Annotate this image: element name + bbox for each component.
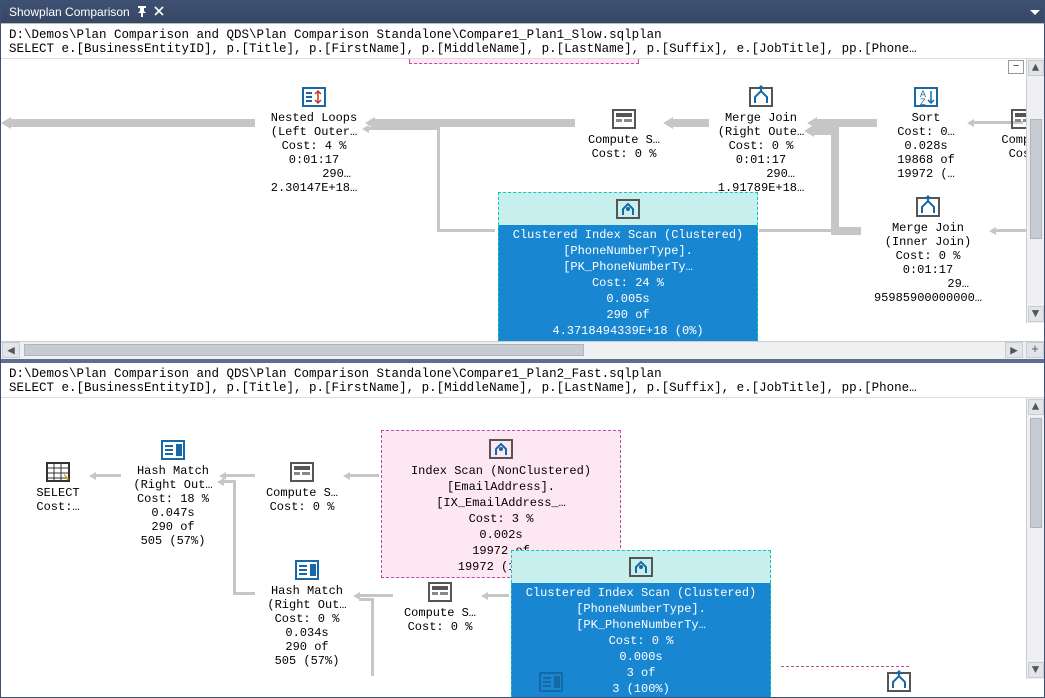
index-scan-icon: [627, 555, 655, 579]
node-compute-scalar-1[interactable]: Compute S… Cost: 0 %: [579, 107, 669, 161]
node-partial-icon-2[interactable]: [885, 670, 913, 686]
node-hash-match-1[interactable]: Hash Match (Right Out… Cost: 18 % 0.047s…: [123, 438, 223, 548]
window-title: Showplan Comparison: [9, 5, 130, 19]
connector: [369, 127, 439, 130]
node-merge-join-2[interactable]: Merge Join (Inner Join) Cost: 0 % 0:01:1…: [863, 195, 993, 305]
connector: [811, 127, 835, 135]
compute-scalar-icon: [288, 460, 316, 484]
connector: [349, 474, 379, 477]
scroll-left-icon[interactable]: ◀: [2, 342, 20, 358]
node-sort[interactable]: Sort Cost: 0… 0.028s 19868 of 19972 (…: [881, 85, 971, 181]
connector: [95, 474, 121, 477]
scroll-down-icon[interactable]: ▼: [1028, 306, 1044, 322]
top-plan-canvas[interactable]: Nested Loops (Left Outer… Cost: 4 % 0:01…: [1, 59, 1044, 341]
arrow-icon: [362, 125, 369, 133]
bottom-vertical-scrollbar[interactable]: ▲ ▼: [1026, 398, 1044, 680]
top-vertical-scrollbar[interactable]: ▲ ▼: [1026, 59, 1044, 323]
connector: [359, 594, 393, 597]
node-select[interactable]: SELECT Cost:…: [23, 460, 93, 514]
scroll-up-icon[interactable]: ▲: [1028, 60, 1044, 76]
arrow-icon: [481, 592, 488, 600]
connector: [223, 480, 235, 483]
node-nested-loops[interactable]: Nested Loops (Left Outer… Cost: 4 % 0:01…: [259, 85, 369, 195]
merge-join-icon: [914, 195, 942, 219]
node-partial-icon[interactable]: [537, 670, 565, 686]
connector: [9, 119, 255, 127]
expand-scroll-button[interactable]: +: [1026, 342, 1044, 358]
bottom-plan-header: D:\Demos\Plan Comparison and QDS\Plan Co…: [1, 363, 1044, 397]
bottom-plan-path: D:\Demos\Plan Comparison and QDS\Plan Co…: [9, 367, 1036, 381]
title-bar[interactable]: Showplan Comparison: [1, 1, 1044, 23]
scroll-thumb[interactable]: [1030, 119, 1042, 239]
node-compute-scalar-b2[interactable]: Compute S… Cost: 0 %: [395, 580, 485, 634]
connector: [373, 119, 575, 127]
scroll-right-icon[interactable]: ▶: [1005, 342, 1023, 358]
connector: [359, 598, 373, 601]
select-icon: [44, 460, 72, 484]
node-box-partial-top: [409, 58, 639, 64]
compute-scalar-icon: [610, 107, 638, 131]
scroll-track[interactable]: [1029, 77, 1043, 305]
scroll-up-icon[interactable]: ▲: [1028, 399, 1044, 415]
top-horizontal-scrollbar[interactable]: ◀ ▶ +: [1, 341, 1044, 359]
index-scan-icon: [614, 197, 642, 221]
connector: [233, 480, 236, 594]
node-merge-join-1[interactable]: Merge Join (Right Oute… Cost: 0 % 0:01:1…: [711, 85, 811, 195]
arrow-icon: [989, 227, 996, 235]
top-plan-query: SELECT e.[BusinessEntityID], p.[Title], …: [9, 42, 1036, 56]
pin-icon[interactable]: [136, 5, 148, 20]
hash-match-icon: [293, 558, 321, 582]
arrow-icon: [89, 472, 96, 480]
connector: [759, 229, 859, 232]
scroll-thumb[interactable]: [24, 344, 584, 356]
top-plan-header: D:\Demos\Plan Comparison and QDS\Plan Co…: [1, 24, 1044, 58]
top-plan-pane: D:\Demos\Plan Comparison and QDS\Plan Co…: [1, 23, 1044, 359]
connector: [225, 474, 255, 477]
close-icon[interactable]: [154, 5, 164, 19]
scroll-thumb[interactable]: [1030, 418, 1042, 528]
connector: [437, 127, 440, 231]
merge-join-icon: [747, 85, 775, 109]
window-menu-caret-icon[interactable]: [1030, 5, 1040, 19]
connector: [487, 594, 509, 597]
bottom-plan-canvas[interactable]: SELECT Cost:… Hash Match (Right Out… Cos…: [1, 398, 1044, 698]
connector: [371, 598, 374, 676]
scroll-track[interactable]: [21, 343, 1004, 357]
arrow-icon: [804, 125, 814, 137]
nested-loops-icon: [300, 85, 328, 109]
compute-scalar-icon: [426, 580, 454, 604]
arrow-icon: [1, 117, 11, 129]
bottom-plan-pane: D:\Demos\Plan Comparison and QDS\Plan Co…: [1, 359, 1044, 698]
hash-match-icon: [537, 670, 565, 682]
node-clustered-index-scan-1[interactable]: Clustered Index Scan (Clustered) [PhoneN…: [498, 192, 758, 341]
bottom-plan-query: SELECT e.[BusinessEntityID], p.[Title], …: [9, 381, 1036, 395]
arrow-icon: [663, 117, 673, 129]
node-hash-match-2[interactable]: Hash Match (Right Out… Cost: 0 % 0.034s …: [257, 558, 357, 668]
index-scan-icon: [487, 437, 515, 461]
scroll-track[interactable]: [1029, 416, 1043, 662]
connector: [815, 119, 877, 127]
arrow-icon: [217, 478, 224, 486]
connector: [831, 127, 839, 231]
hash-match-icon: [159, 438, 187, 462]
top-plan-path: D:\Demos\Plan Comparison and QDS\Plan Co…: [9, 28, 1036, 42]
merge-join-icon: [885, 670, 913, 682]
connector: [233, 592, 255, 595]
showplan-window: Showplan Comparison D:\Demos\Plan Compar…: [0, 0, 1045, 698]
scroll-down-icon[interactable]: ▼: [1028, 662, 1044, 678]
sort-icon: [912, 85, 940, 109]
node-compute-scalar-b1[interactable]: Compute S… Cost: 0 %: [257, 460, 347, 514]
arrow-icon: [967, 119, 974, 127]
connector: [671, 119, 709, 127]
arrow-icon: [343, 472, 350, 480]
connector: [437, 229, 495, 232]
